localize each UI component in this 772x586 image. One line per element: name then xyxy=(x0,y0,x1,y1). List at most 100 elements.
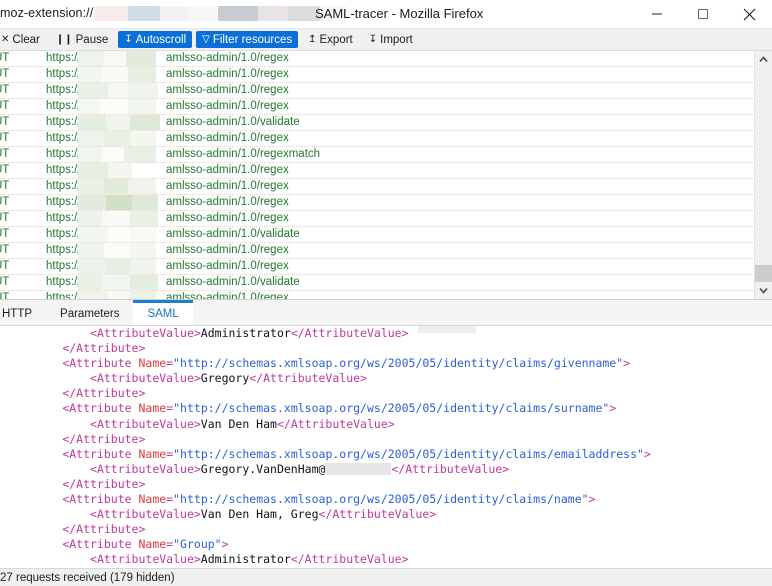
scroll-up-button[interactable] xyxy=(755,51,772,68)
request-row[interactable]: UT https:// amlsso-admin/1.0/regex xyxy=(0,131,755,147)
redacted-block xyxy=(130,291,156,299)
close-button[interactable] xyxy=(726,0,772,28)
request-row-protocol: https:// xyxy=(46,196,81,208)
request-list-rows: UT https:// amlsso-admin/1.0/regex UT https:… xyxy=(0,51,755,299)
request-list-scrollbar[interactable] xyxy=(754,51,772,299)
request-row-protocol: https:// xyxy=(46,228,81,240)
request-row[interactable]: UT https:// amlsso-admin/1.0/validate xyxy=(0,275,755,291)
tab-label: Parameters xyxy=(60,308,120,320)
autoscroll-button[interactable]: ↧ Autoscroll xyxy=(118,31,193,48)
request-row-host-redacted xyxy=(78,195,158,210)
redacted-block xyxy=(78,227,108,242)
export-button[interactable]: ↥ Export xyxy=(302,31,359,48)
scrollbar-thumb[interactable] xyxy=(755,265,772,282)
xml-tag: </Attribute> xyxy=(62,476,146,491)
request-row-host-redacted xyxy=(78,227,156,242)
title-bar: moz-extension:// SAML-tracer - Mozilla F… xyxy=(0,0,772,29)
clear-button[interactable]: ✕ Clear xyxy=(0,31,46,48)
redacted-block xyxy=(108,83,128,98)
address-bar[interactable]: moz-extension:// xyxy=(0,2,347,24)
request-row-path: amlsso-admin/1.0/regex xyxy=(166,260,289,272)
xml-tag: <Attribute xyxy=(62,492,139,507)
xml-attr-name: Name xyxy=(138,446,167,461)
request-row-protocol: https:// xyxy=(46,84,81,96)
request-row[interactable]: UT https:// amlsso-admin/1.0/regex xyxy=(0,83,755,99)
xml-tag: <AttributeValue> xyxy=(90,552,201,567)
request-row-path: amlsso-admin/1.0/validate xyxy=(166,116,300,128)
scroll-down-button[interactable] xyxy=(755,282,772,299)
close-icon xyxy=(743,8,755,20)
request-row-protocol: https:// xyxy=(46,164,81,176)
request-row[interactable]: UT https:// amlsso-admin/1.0/regexmatch xyxy=(0,147,755,163)
request-row[interactable]: UT https:// amlsso-admin/1.0/regex xyxy=(0,179,755,195)
xml-tag: > xyxy=(221,537,229,552)
minimize-button[interactable] xyxy=(634,0,680,28)
filter-resources-button[interactable]: ▽ Filter resources xyxy=(196,31,299,48)
xml-line: <AttributeValue>Van Den Ham, Greg</Attri… xyxy=(0,507,772,522)
request-row[interactable]: UT https:// amlsso-admin/1.0/regex xyxy=(0,243,755,259)
request-row-path: amlsso-admin/1.0/regexmatch xyxy=(166,148,321,160)
request-row[interactable]: UT https:// amlsso-admin/1.0/regex xyxy=(0,291,755,299)
tab-http[interactable]: HTTP xyxy=(0,300,46,325)
request-row[interactable]: UT https:// amlsso-admin/1.0/validate xyxy=(0,227,755,243)
request-row-method: UT xyxy=(0,180,10,192)
request-row-protocol: https:// xyxy=(46,52,81,64)
autoscroll-button-label: Autoscroll xyxy=(135,33,187,46)
request-row-host-redacted xyxy=(78,211,158,226)
redacted-block xyxy=(124,147,156,162)
import-button[interactable]: ↧ Import xyxy=(363,31,419,48)
request-row-host-redacted xyxy=(78,147,156,162)
request-row[interactable]: UT https:// amlsso-admin/1.0/validate xyxy=(0,115,755,131)
request-row-path: amlsso-admin/1.0/regex xyxy=(166,52,289,64)
request-row-path: amlsso-admin/1.0/regex xyxy=(166,292,289,299)
redacted-block xyxy=(78,115,106,130)
pause-button[interactable]: ❙❙ Pause xyxy=(50,31,114,48)
redacted-block xyxy=(78,99,100,114)
xml-tag: <Attribute xyxy=(62,401,139,416)
request-row[interactable]: UT https:// amlsso-admin/1.0/regex xyxy=(0,67,755,83)
redacted-url-block xyxy=(160,5,189,21)
redacted-block xyxy=(130,115,160,130)
window-title: SAML-tracer - Mozilla Firefox xyxy=(315,6,484,21)
xml-attr-name: Name xyxy=(138,537,167,552)
request-row-protocol: https:// xyxy=(46,100,81,112)
request-row-host-redacted xyxy=(78,115,160,130)
saml-xml-content: <AttributeValue>Administrator</Attribute… xyxy=(0,326,772,568)
maximize-button[interactable] xyxy=(680,0,726,28)
request-row-method: UT xyxy=(0,244,10,256)
request-row-protocol: https:// xyxy=(46,132,81,144)
request-row[interactable]: UT https:// amlsso-admin/1.0/regex xyxy=(0,163,755,179)
request-row-path: amlsso-admin/1.0/regex xyxy=(166,100,289,112)
request-row-method: UT xyxy=(0,196,10,208)
xml-attr-name: Name xyxy=(138,401,167,416)
request-row[interactable]: UT https:// amlsso-admin/1.0/regex xyxy=(0,259,755,275)
redacted-block xyxy=(106,115,130,130)
request-row-path: amlsso-admin/1.0/regex xyxy=(166,180,289,192)
redacted-block xyxy=(78,83,108,98)
request-row[interactable]: UT https:// amlsso-admin/1.0/regex xyxy=(0,51,755,67)
request-row-path: amlsso-admin/1.0/validate xyxy=(166,276,300,288)
request-row-protocol: https:// xyxy=(46,244,81,256)
request-row-host-redacted xyxy=(78,83,158,98)
saml-xml-panel[interactable]: <AttributeValue>Administrator</Attribute… xyxy=(0,326,772,568)
request-row-host-redacted xyxy=(78,243,156,258)
request-row[interactable]: UT https:// amlsso-admin/1.0/regex xyxy=(0,99,755,115)
tab-parameters[interactable]: Parameters xyxy=(46,300,133,325)
redacted-block xyxy=(78,67,102,82)
redacted-block xyxy=(325,462,392,475)
tracer-toolbar: ✕ Clear ❙❙ Pause ↧ Autoscroll ▽ Filter r… xyxy=(0,29,772,51)
filter-resources-button-label: Filter resources xyxy=(212,33,293,46)
status-bar: 27 requests received (179 hidden) xyxy=(0,568,772,586)
request-row[interactable]: UT https:// amlsso-admin/1.0/regex xyxy=(0,195,755,211)
minimize-icon xyxy=(652,13,662,15)
xml-tag: <Attribute xyxy=(62,356,139,371)
redacted-block xyxy=(78,275,102,290)
request-row-method: UT xyxy=(0,228,10,240)
xml-tag: > xyxy=(623,356,631,371)
tab-saml[interactable]: SAML xyxy=(133,300,193,325)
pause-icon: ❙❙ xyxy=(55,33,73,45)
request-row-path: amlsso-admin/1.0/regex xyxy=(166,68,289,80)
request-row[interactable]: UT https:// amlsso-admin/1.0/regex xyxy=(0,211,755,227)
redacted-block xyxy=(78,291,108,299)
xml-line: </Attribute> xyxy=(0,341,772,356)
